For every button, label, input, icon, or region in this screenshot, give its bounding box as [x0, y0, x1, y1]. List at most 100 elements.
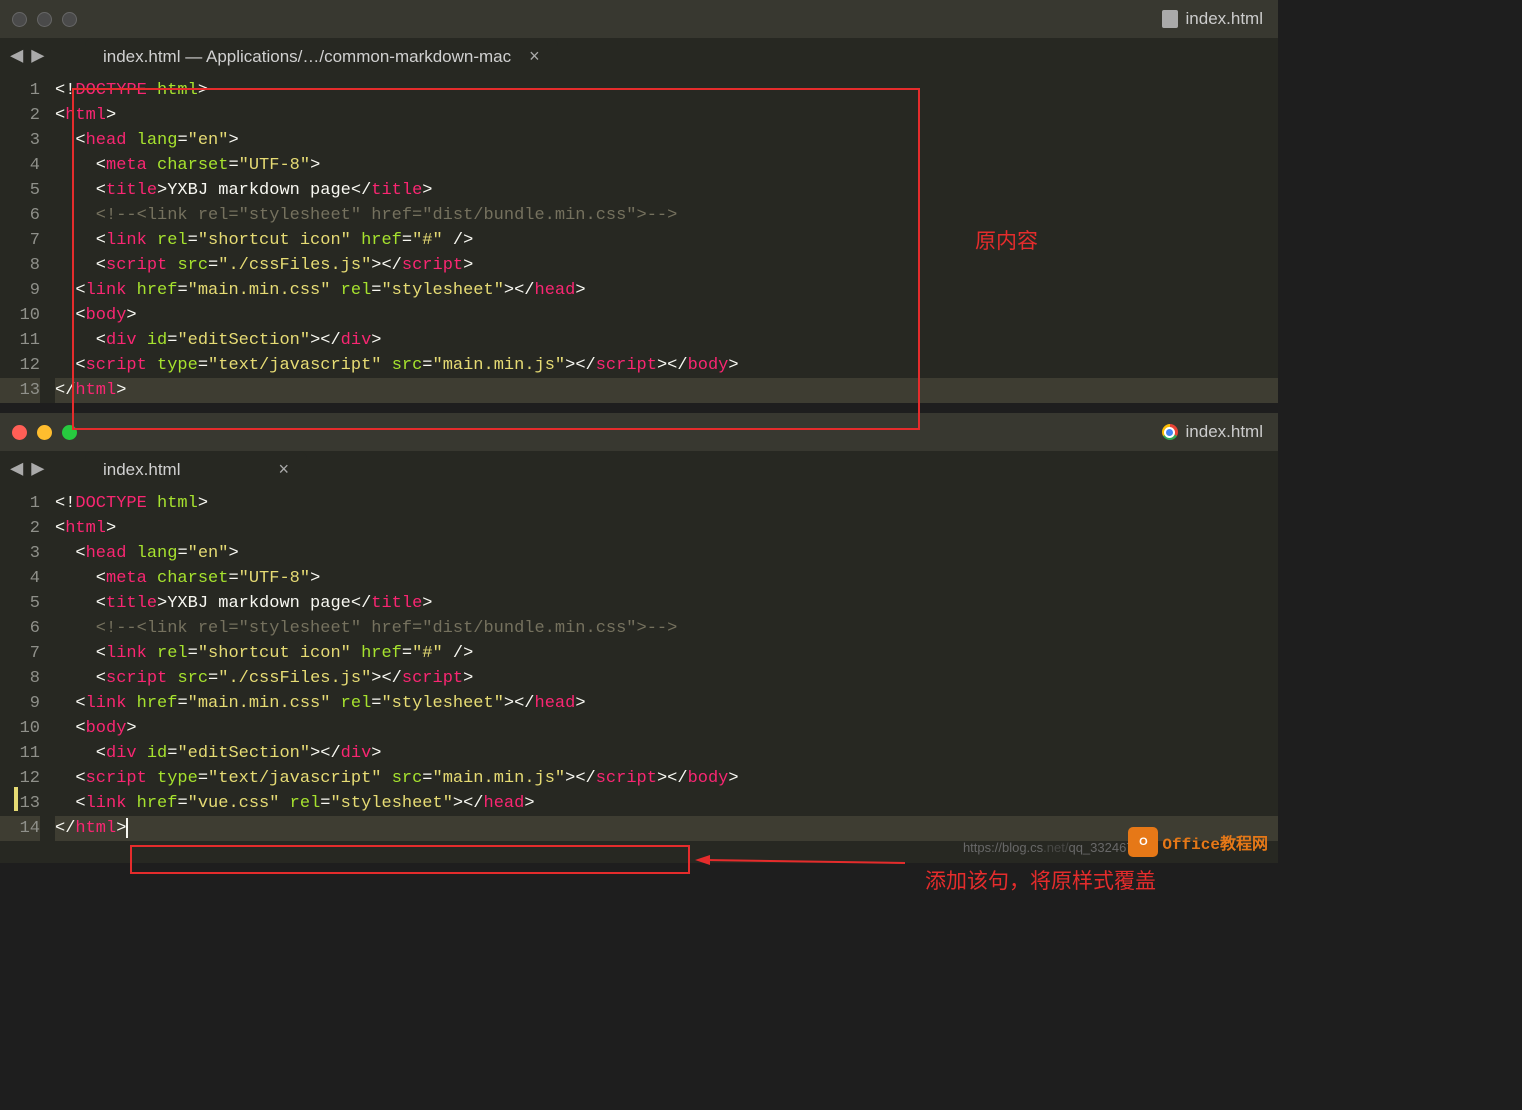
title-bar-2: index.html	[0, 413, 1278, 451]
code-line[interactable]: <!DOCTYPE html>	[55, 491, 1278, 516]
code-line[interactable]: <meta charset="UTF-8">	[55, 153, 1278, 178]
nav-forward-icon[interactable]: ▶	[29, 43, 46, 69]
code-line[interactable]: <!--<link rel="stylesheet" href="dist/bu…	[55, 616, 1278, 641]
code-line[interactable]: <!DOCTYPE html>	[55, 78, 1278, 103]
code-area-1[interactable]: 12345678910111213 <!DOCTYPE html><html> …	[0, 74, 1278, 403]
window-title-right-2: index.html	[1162, 422, 1263, 442]
toolbar-1: ◀ ▶ index.html — Applications/…/common-m…	[0, 38, 1278, 74]
line-number: 2	[0, 103, 40, 128]
line-number: 4	[0, 153, 40, 178]
line-number: 4	[0, 566, 40, 591]
window-title-1: index.html	[1186, 9, 1263, 29]
watermark-brand: Office教程网	[1162, 836, 1268, 854]
line-number: 3	[0, 541, 40, 566]
window-title-2: index.html	[1186, 422, 1263, 442]
code-line[interactable]: <script type="text/javascript" src="main…	[55, 766, 1278, 791]
maximize-button[interactable]	[62, 425, 77, 440]
code-line[interactable]: <head lang="en">	[55, 128, 1278, 153]
editor-window-2: index.html ◀ ▶ index.html × 123456789101…	[0, 413, 1278, 863]
line-number: 10	[0, 303, 40, 328]
code-line[interactable]: <link rel="shortcut icon" href="#" />	[55, 228, 1278, 253]
minimize-button[interactable]	[37, 425, 52, 440]
tab-close-icon[interactable]: ×	[278, 459, 289, 480]
code-line[interactable]: <meta charset="UTF-8">	[55, 566, 1278, 591]
annotation-arrow	[690, 848, 910, 878]
nav-forward-icon[interactable]: ▶	[29, 456, 46, 482]
line-number: 13	[0, 378, 40, 403]
code-line[interactable]: <div id="editSection"></div>	[55, 741, 1278, 766]
line-number: 10	[0, 716, 40, 741]
gutter-marker	[14, 787, 18, 811]
window-controls-1	[12, 12, 77, 27]
line-number: 11	[0, 741, 40, 766]
code-line[interactable]: </html>	[55, 816, 1278, 841]
code-line[interactable]: </html>	[55, 378, 1278, 403]
code-line[interactable]: <script src="./cssFiles.js"></script>	[55, 253, 1278, 278]
line-number: 2	[0, 516, 40, 541]
tab-label-2: index.html	[103, 460, 180, 480]
line-number: 3	[0, 128, 40, 153]
line-number: 5	[0, 591, 40, 616]
code-line[interactable]: <body>	[55, 303, 1278, 328]
line-number: 9	[0, 278, 40, 303]
window-controls-2	[12, 425, 77, 440]
line-number: 1	[0, 78, 40, 103]
maximize-button[interactable]	[62, 12, 77, 27]
tab-bar-2: index.html ×	[85, 451, 307, 487]
annotation-label-original: 原内容	[975, 225, 1038, 255]
code-line[interactable]: <title>YXBJ markdown page</title>	[55, 178, 1278, 203]
line-number: 12	[0, 766, 40, 791]
code-line[interactable]: <!--<link rel="stylesheet" href="dist/bu…	[55, 203, 1278, 228]
line-number: 8	[0, 253, 40, 278]
line-number: 6	[0, 616, 40, 641]
tab-close-icon[interactable]: ×	[529, 46, 540, 67]
code-line[interactable]: <script src="./cssFiles.js"></script>	[55, 666, 1278, 691]
code-line[interactable]: <div id="editSection"></div>	[55, 328, 1278, 353]
code-line[interactable]: <title>YXBJ markdown page</title>	[55, 591, 1278, 616]
gutter-2: 1234567891011121314	[0, 487, 55, 841]
line-number: 14	[0, 816, 40, 841]
code-line[interactable]: <html>	[55, 103, 1278, 128]
chrome-file-icon	[1162, 424, 1178, 440]
code-line[interactable]: <link href="main.min.css" rel="styleshee…	[55, 691, 1278, 716]
code-line[interactable]: <html>	[55, 516, 1278, 541]
text-cursor	[126, 818, 128, 838]
line-number: 1	[0, 491, 40, 516]
editor-window-1: index.html ◀ ▶ index.html — Applications…	[0, 0, 1278, 403]
close-button[interactable]	[12, 12, 27, 27]
footer-url: https://blog.cs.net/qq_33246702	[963, 840, 1148, 855]
minimize-button[interactable]	[37, 12, 52, 27]
code-line[interactable]: <script type="text/javascript" src="main…	[55, 353, 1278, 378]
title-bar-1: index.html	[0, 0, 1278, 38]
watermark-icon: O	[1128, 827, 1158, 857]
line-number: 11	[0, 328, 40, 353]
line-number: 9	[0, 691, 40, 716]
code-content-1[interactable]: <!DOCTYPE html><html> <head lang="en"> <…	[55, 74, 1278, 403]
window-title-right-1: index.html	[1162, 9, 1263, 29]
gutter-1: 12345678910111213	[0, 74, 55, 403]
file-icon	[1162, 10, 1178, 28]
code-line[interactable]: <body>	[55, 716, 1278, 741]
code-line[interactable]: <link rel="shortcut icon" href="#" />	[55, 641, 1278, 666]
tab-label-1: index.html — Applications/…/common-markd…	[103, 47, 511, 67]
watermark: O Office教程网	[1128, 827, 1268, 857]
code-line[interactable]: <link href="vue.css" rel="stylesheet"></…	[55, 791, 1278, 816]
line-number: 7	[0, 641, 40, 666]
toolbar-2: ◀ ▶ index.html ×	[0, 451, 1278, 487]
annotation-label-added: 添加该句，将原样式覆盖	[925, 865, 1156, 895]
line-number: 13	[0, 791, 40, 816]
close-button[interactable]	[12, 425, 27, 440]
code-content-2[interactable]: <!DOCTYPE html><html> <head lang="en"> <…	[55, 487, 1278, 841]
tab-2[interactable]: index.html ×	[85, 451, 307, 487]
tab-1[interactable]: index.html — Applications/…/common-markd…	[85, 38, 558, 74]
line-number: 6	[0, 203, 40, 228]
nav-back-icon[interactable]: ◀	[8, 43, 25, 69]
line-number: 8	[0, 666, 40, 691]
code-line[interactable]: <link href="main.min.css" rel="styleshee…	[55, 278, 1278, 303]
line-number: 5	[0, 178, 40, 203]
line-number: 12	[0, 353, 40, 378]
nav-back-icon[interactable]: ◀	[8, 456, 25, 482]
code-area-2[interactable]: 1234567891011121314 <!DOCTYPE html><html…	[0, 487, 1278, 841]
tab-bar-1: index.html — Applications/…/common-markd…	[85, 38, 558, 74]
code-line[interactable]: <head lang="en">	[55, 541, 1278, 566]
